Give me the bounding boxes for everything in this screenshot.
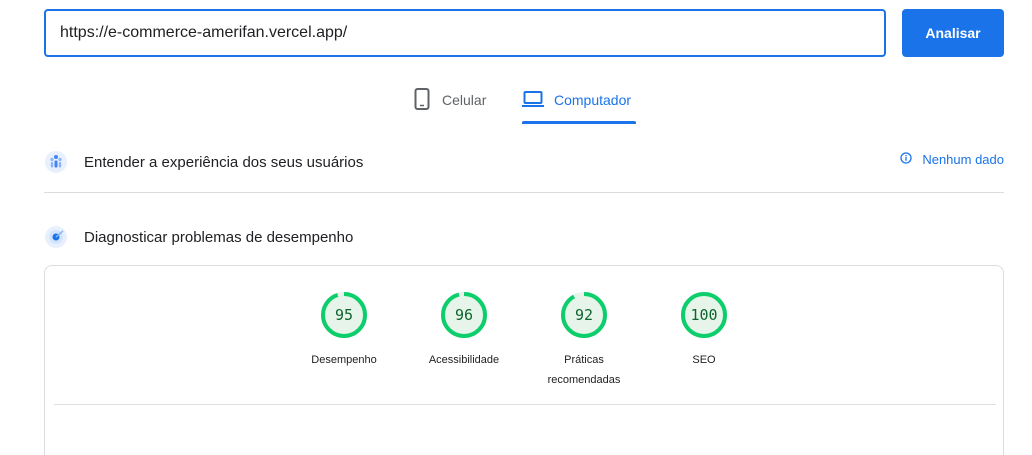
score-ring: 100 <box>681 292 727 338</box>
score-label: Desempenho <box>311 354 377 366</box>
tab-desktop[interactable]: Computador <box>522 84 631 124</box>
card-divider <box>54 404 996 405</box>
score-gauge[interactable]: 92 Práticas recomendadas <box>534 290 634 390</box>
score-value: 96 <box>455 306 473 324</box>
no-data-label: Nenhum dado <box>922 152 1004 167</box>
score-gauge[interactable]: 100 SEO <box>654 290 754 370</box>
score-value: 92 <box>575 306 593 324</box>
score-label: Acessibilidade <box>428 354 500 366</box>
no-data-link[interactable]: Nenhum dado <box>900 152 1004 167</box>
score-value: 95 <box>335 306 353 324</box>
tab-mobile-label: Celular <box>442 92 487 108</box>
tab-mobile[interactable]: Celular <box>412 84 486 124</box>
device-tabs: Celular Computador <box>0 84 1032 124</box>
laptop-icon <box>522 87 544 111</box>
smartphone-icon <box>412 87 432 111</box>
ux-section-header: Entender a experiência dos seus usuários… <box>44 148 1004 176</box>
selected-tab-indicator <box>522 121 636 124</box>
score-label: Práticas recomendadas <box>547 354 621 386</box>
score-gauge[interactable]: 95 Desempenho <box>294 290 394 370</box>
score-ring: 92 <box>561 292 607 338</box>
score-label: SEO <box>692 354 716 366</box>
score-ring: 95 <box>321 292 367 338</box>
url-input[interactable] <box>44 9 886 57</box>
scores-card: 95 Desempenho 96 Acessibilidade 92 Práticas re… <box>44 265 1004 455</box>
ux-section-title: Entender a experiência dos seus usuários <box>84 153 364 171</box>
info-icon <box>900 152 912 167</box>
perf-section-header: Diagnosticar problemas de desempenho <box>44 223 1004 251</box>
score-value: 100 <box>690 306 717 324</box>
users-icon <box>44 150 68 174</box>
perf-section-title: Diagnosticar problemas de desempenho <box>84 228 354 246</box>
section-divider <box>44 192 1004 193</box>
score-gauges: 95 Desempenho 96 Acessibilidade 92 Práticas re… <box>45 290 1005 390</box>
score-ring: 96 <box>441 292 487 338</box>
score-gauge[interactable]: 96 Acessibilidade <box>414 290 514 370</box>
tab-desktop-label: Computador <box>554 92 632 108</box>
lighthouse-icon <box>44 225 68 249</box>
url-bar: Analisar <box>44 9 1004 57</box>
analyze-button[interactable]: Analisar <box>902 9 1004 57</box>
